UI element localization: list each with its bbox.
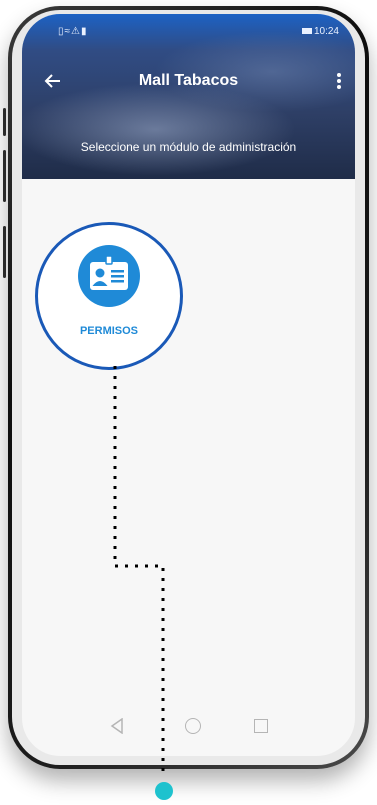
- tutorial-guide-path: [113, 366, 165, 772]
- tutorial-guide-dot: [155, 782, 173, 800]
